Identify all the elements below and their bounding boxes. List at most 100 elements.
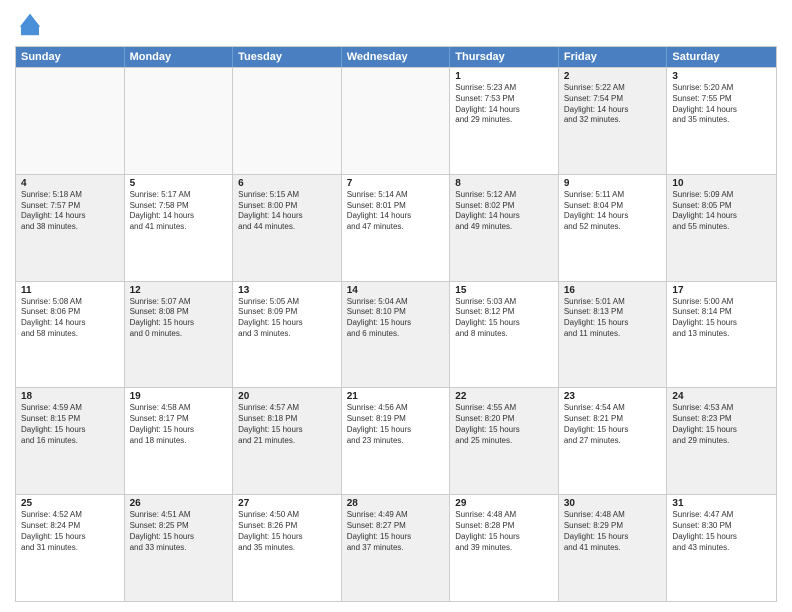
day-number: 21 [347,391,445,402]
header-wednesday: Wednesday [342,47,451,67]
cell-info: Sunrise: 5:22 AMSunset: 7:54 PMDaylight:… [564,83,662,126]
cell-info: Sunrise: 5:18 AMSunset: 7:57 PMDaylight:… [21,190,119,233]
header-tuesday: Tuesday [233,47,342,67]
day-number: 16 [564,285,662,296]
day-number: 15 [455,285,553,296]
cell-info: Sunrise: 4:51 AMSunset: 8:25 PMDaylight:… [130,510,228,553]
calendar-row: 4Sunrise: 5:18 AMSunset: 7:57 PMDaylight… [16,174,776,281]
calendar-cell [125,68,234,174]
day-number: 29 [455,498,553,509]
calendar-cell: 13Sunrise: 5:05 AMSunset: 8:09 PMDayligh… [233,282,342,388]
calendar-cell: 22Sunrise: 4:55 AMSunset: 8:20 PMDayligh… [450,388,559,494]
header-friday: Friday [559,47,668,67]
calendar-cell: 8Sunrise: 5:12 AMSunset: 8:02 PMDaylight… [450,175,559,281]
calendar-cell: 3Sunrise: 5:20 AMSunset: 7:55 PMDaylight… [667,68,776,174]
day-number: 22 [455,391,553,402]
calendar-body: 1Sunrise: 5:23 AMSunset: 7:53 PMDaylight… [16,67,776,601]
calendar-row: 11Sunrise: 5:08 AMSunset: 8:06 PMDayligh… [16,281,776,388]
cell-info: Sunrise: 4:49 AMSunset: 8:27 PMDaylight:… [347,510,445,553]
calendar-cell: 24Sunrise: 4:53 AMSunset: 8:23 PMDayligh… [667,388,776,494]
calendar-cell: 21Sunrise: 4:56 AMSunset: 8:19 PMDayligh… [342,388,451,494]
day-number: 4 [21,178,119,189]
cell-info: Sunrise: 4:50 AMSunset: 8:26 PMDaylight:… [238,510,336,553]
cell-info: Sunrise: 5:23 AMSunset: 7:53 PMDaylight:… [455,83,553,126]
day-number: 17 [672,285,771,296]
cell-info: Sunrise: 5:11 AMSunset: 8:04 PMDaylight:… [564,190,662,233]
calendar-cell: 30Sunrise: 4:48 AMSunset: 8:29 PMDayligh… [559,495,668,601]
cell-info: Sunrise: 5:03 AMSunset: 8:12 PMDaylight:… [455,297,553,340]
calendar-cell: 1Sunrise: 5:23 AMSunset: 7:53 PMDaylight… [450,68,559,174]
day-number: 24 [672,391,771,402]
cell-info: Sunrise: 4:57 AMSunset: 8:18 PMDaylight:… [238,403,336,446]
calendar-cell: 17Sunrise: 5:00 AMSunset: 8:14 PMDayligh… [667,282,776,388]
cell-info: Sunrise: 4:48 AMSunset: 8:28 PMDaylight:… [455,510,553,553]
cell-info: Sunrise: 5:07 AMSunset: 8:08 PMDaylight:… [130,297,228,340]
calendar-cell: 12Sunrise: 5:07 AMSunset: 8:08 PMDayligh… [125,282,234,388]
calendar-cell [233,68,342,174]
day-number: 28 [347,498,445,509]
day-number: 31 [672,498,771,509]
cell-info: Sunrise: 4:55 AMSunset: 8:20 PMDaylight:… [455,403,553,446]
cell-info: Sunrise: 4:59 AMSunset: 8:15 PMDaylight:… [21,403,119,446]
cell-info: Sunrise: 4:48 AMSunset: 8:29 PMDaylight:… [564,510,662,553]
calendar-cell: 16Sunrise: 5:01 AMSunset: 8:13 PMDayligh… [559,282,668,388]
day-number: 14 [347,285,445,296]
cell-info: Sunrise: 5:09 AMSunset: 8:05 PMDaylight:… [672,190,771,233]
header-thursday: Thursday [450,47,559,67]
calendar-cell: 25Sunrise: 4:52 AMSunset: 8:24 PMDayligh… [16,495,125,601]
cell-info: Sunrise: 5:12 AMSunset: 8:02 PMDaylight:… [455,190,553,233]
cell-info: Sunrise: 5:14 AMSunset: 8:01 PMDaylight:… [347,190,445,233]
day-number: 20 [238,391,336,402]
cell-info: Sunrise: 5:15 AMSunset: 8:00 PMDaylight:… [238,190,336,233]
cell-info: Sunrise: 4:52 AMSunset: 8:24 PMDaylight:… [21,510,119,553]
calendar-cell: 11Sunrise: 5:08 AMSunset: 8:06 PMDayligh… [16,282,125,388]
calendar-row: 25Sunrise: 4:52 AMSunset: 8:24 PMDayligh… [16,494,776,601]
day-number: 2 [564,71,662,82]
calendar-cell: 27Sunrise: 4:50 AMSunset: 8:26 PMDayligh… [233,495,342,601]
day-number: 6 [238,178,336,189]
calendar-cell: 31Sunrise: 4:47 AMSunset: 8:30 PMDayligh… [667,495,776,601]
header [15,10,777,40]
calendar-cell: 10Sunrise: 5:09 AMSunset: 8:05 PMDayligh… [667,175,776,281]
cell-info: Sunrise: 5:01 AMSunset: 8:13 PMDaylight:… [564,297,662,340]
cell-info: Sunrise: 5:08 AMSunset: 8:06 PMDaylight:… [21,297,119,340]
cell-info: Sunrise: 4:53 AMSunset: 8:23 PMDaylight:… [672,403,771,446]
calendar-cell: 9Sunrise: 5:11 AMSunset: 8:04 PMDaylight… [559,175,668,281]
day-number: 9 [564,178,662,189]
day-number: 25 [21,498,119,509]
calendar-cell: 14Sunrise: 5:04 AMSunset: 8:10 PMDayligh… [342,282,451,388]
day-number: 19 [130,391,228,402]
day-number: 10 [672,178,771,189]
calendar-cell: 19Sunrise: 4:58 AMSunset: 8:17 PMDayligh… [125,388,234,494]
day-number: 8 [455,178,553,189]
day-number: 11 [21,285,119,296]
calendar-cell: 5Sunrise: 5:17 AMSunset: 7:58 PMDaylight… [125,175,234,281]
cell-info: Sunrise: 4:47 AMSunset: 8:30 PMDaylight:… [672,510,771,553]
day-number: 5 [130,178,228,189]
day-number: 18 [21,391,119,402]
calendar-cell: 4Sunrise: 5:18 AMSunset: 7:57 PMDaylight… [16,175,125,281]
calendar-cell: 23Sunrise: 4:54 AMSunset: 8:21 PMDayligh… [559,388,668,494]
day-number: 3 [672,71,771,82]
cell-info: Sunrise: 5:04 AMSunset: 8:10 PMDaylight:… [347,297,445,340]
day-number: 12 [130,285,228,296]
header-saturday: Saturday [667,47,776,67]
day-number: 23 [564,391,662,402]
calendar-cell: 26Sunrise: 4:51 AMSunset: 8:25 PMDayligh… [125,495,234,601]
header-sunday: Sunday [16,47,125,67]
cell-info: Sunrise: 5:20 AMSunset: 7:55 PMDaylight:… [672,83,771,126]
logo-icon [15,10,45,40]
cell-info: Sunrise: 4:54 AMSunset: 8:21 PMDaylight:… [564,403,662,446]
day-number: 26 [130,498,228,509]
cell-info: Sunrise: 5:05 AMSunset: 8:09 PMDaylight:… [238,297,336,340]
calendar-cell: 20Sunrise: 4:57 AMSunset: 8:18 PMDayligh… [233,388,342,494]
calendar-cell: 2Sunrise: 5:22 AMSunset: 7:54 PMDaylight… [559,68,668,174]
day-number: 13 [238,285,336,296]
calendar-cell [16,68,125,174]
calendar-cell: 6Sunrise: 5:15 AMSunset: 8:00 PMDaylight… [233,175,342,281]
calendar-cell: 15Sunrise: 5:03 AMSunset: 8:12 PMDayligh… [450,282,559,388]
calendar-row: 18Sunrise: 4:59 AMSunset: 8:15 PMDayligh… [16,387,776,494]
calendar-cell: 29Sunrise: 4:48 AMSunset: 8:28 PMDayligh… [450,495,559,601]
calendar-cell: 18Sunrise: 4:59 AMSunset: 8:15 PMDayligh… [16,388,125,494]
day-number: 27 [238,498,336,509]
